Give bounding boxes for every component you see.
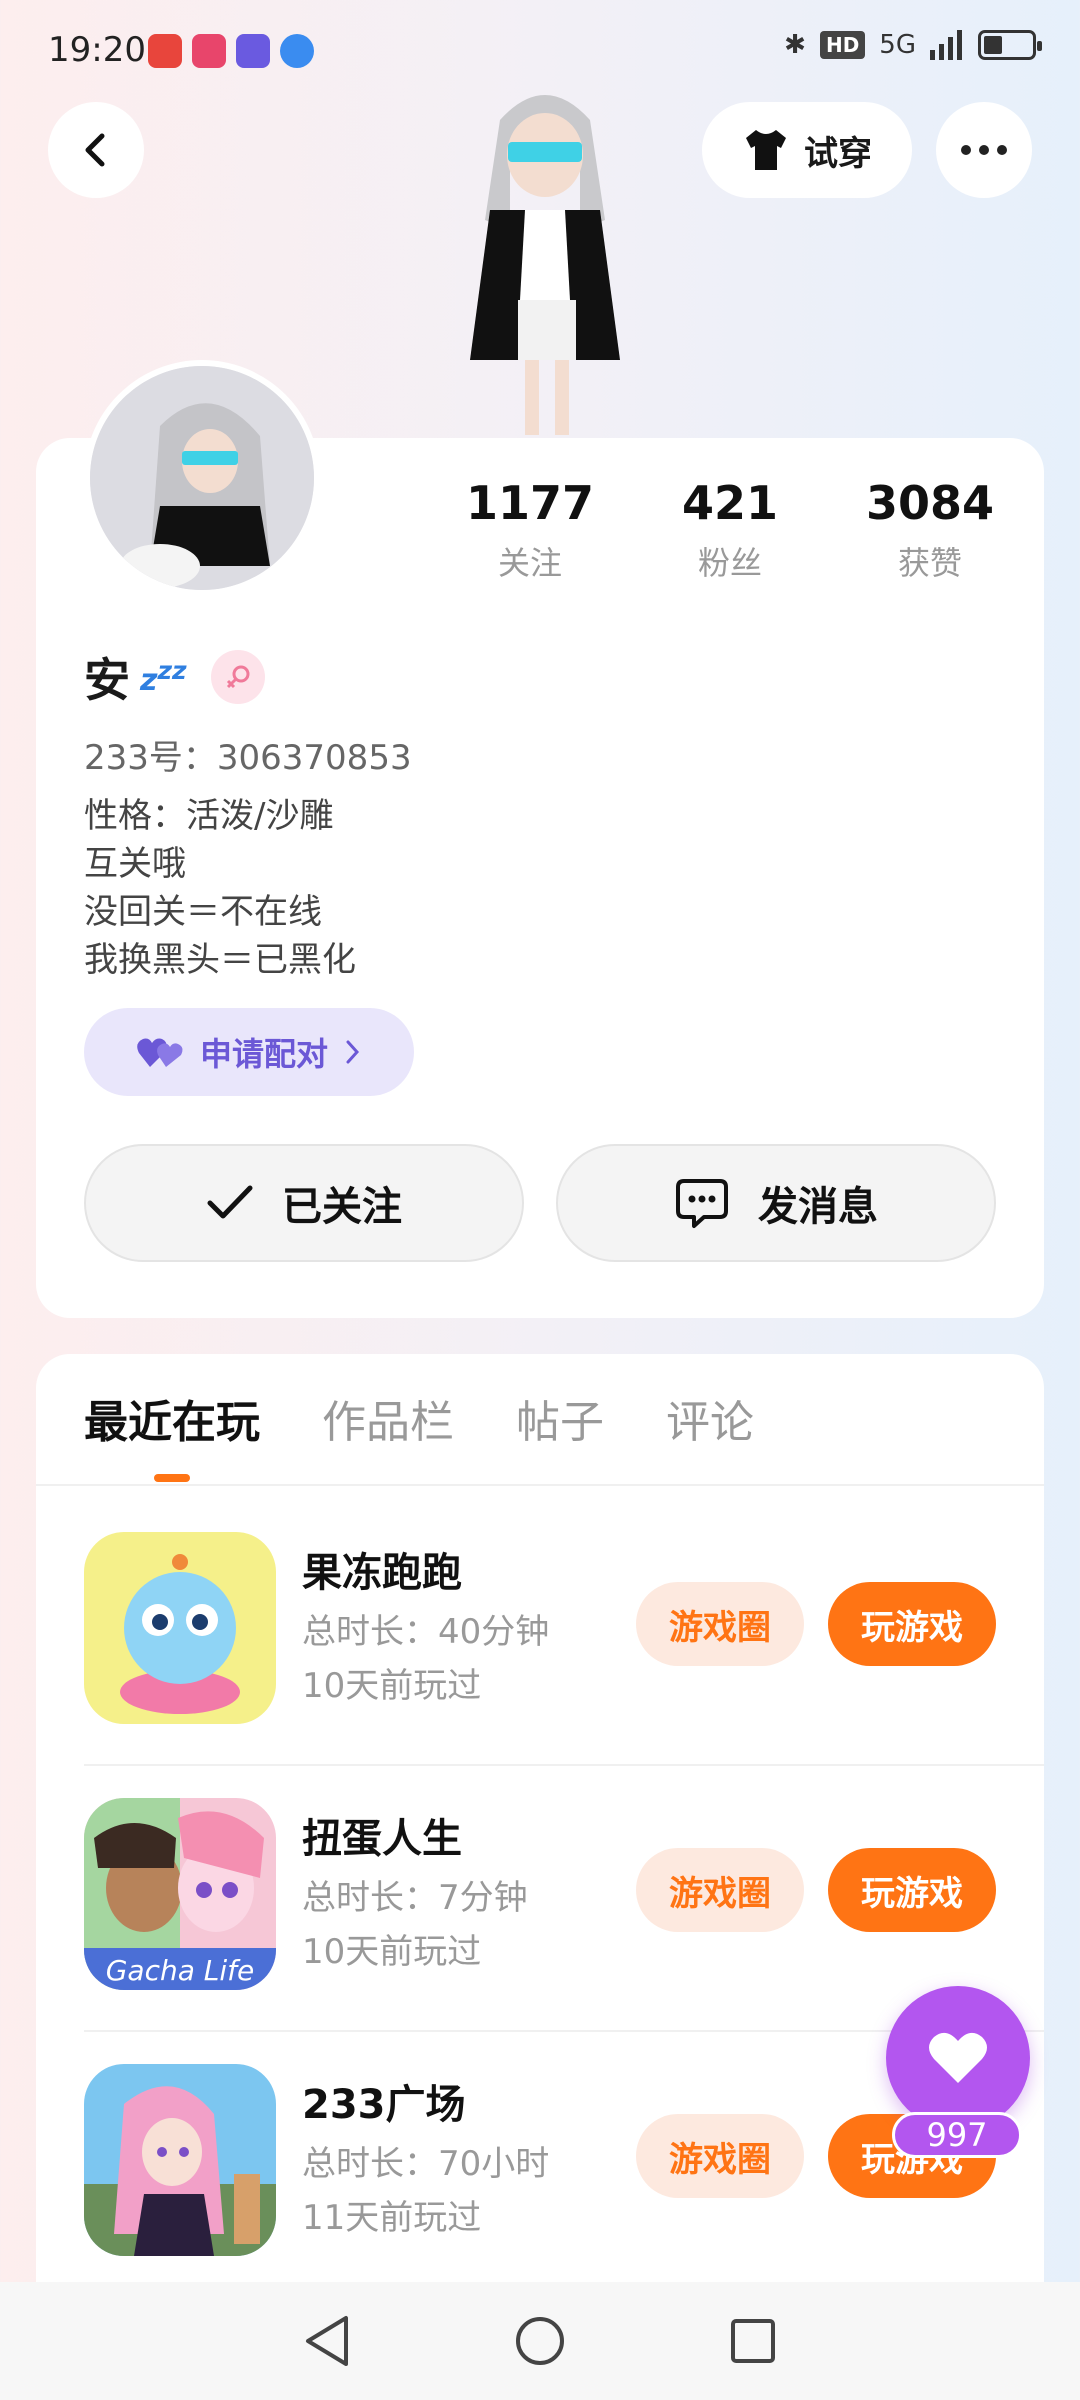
more-dot <box>997 145 1007 155</box>
stat-likes[interactable]: 3084 获赞 <box>830 476 1030 584</box>
bio-line: 互关哦 <box>84 844 186 884</box>
battery-icon <box>978 30 1042 60</box>
chevron-left-icon <box>85 133 105 167</box>
stat-label: 粉丝 <box>697 544 762 582</box>
like-count-badge: 997 <box>892 2112 1022 2158</box>
followed-button[interactable]: 已关注 <box>84 1144 524 1262</box>
tab-works[interactable]: 作品栏 <box>322 1386 454 1450</box>
game-circle-button[interactable]: 游戏圈 <box>636 1582 804 1666</box>
signal-icon <box>930 30 962 60</box>
nav-recents-button[interactable] <box>723 2311 783 2371</box>
username: 安 <box>84 653 130 707</box>
triangle-back-icon <box>305 2316 348 2366</box>
tab-comments[interactable]: 评论 <box>666 1386 754 1450</box>
game-name: 果冻跑跑 <box>302 1550 462 1596</box>
game-circle-button[interactable]: 游戏圈 <box>636 1848 804 1932</box>
square-recents-icon <box>731 2319 776 2363</box>
hd-icon: HD <box>819 31 866 59</box>
bio: 性格：活泼/沙雕 互关哦 没回关＝不在线 我换黑头＝已黑化 <box>84 792 356 984</box>
more-dot <box>979 145 989 155</box>
network-type: 5G <box>879 30 916 60</box>
more-dot <box>961 145 971 155</box>
bio-line: 没回关＝不在线 <box>84 892 322 932</box>
game-circle-button[interactable]: 游戏圈 <box>636 2114 804 2198</box>
game-last-played: 10天前玩过 <box>302 1666 482 1706</box>
game-row[interactable]: Gacha Life 扭蛋人生 总时长：7分钟 10天前玩过 游戏圈 玩游戏 <box>36 1766 1044 2032</box>
profile-avatar[interactable] <box>84 360 320 596</box>
chevron-right-icon <box>346 1040 360 1064</box>
play-game-button[interactable]: 玩游戏 <box>828 1848 996 1932</box>
user-id: 233号：306370853 <box>84 738 412 778</box>
game-last-played: 11天前玩过 <box>302 2198 482 2238</box>
nav-home-button[interactable] <box>510 2311 570 2371</box>
request-pair-button[interactable]: 申请配对 <box>84 1008 414 1096</box>
stat-following[interactable]: 1177 关注 <box>430 476 630 584</box>
username-row: 安 zzz <box>84 644 265 710</box>
svg-text:Gacha Life: Gacha Life <box>106 1954 255 1987</box>
game-name: 扭蛋人生 <box>302 1816 462 1862</box>
try-on-button[interactable]: 试穿 <box>702 102 912 198</box>
tab-recently-played[interactable]: 最近在玩 <box>84 1386 260 1450</box>
game-icon-gacha-life[interactable]: Gacha Life <box>84 1798 276 1990</box>
like-fab-button[interactable] <box>886 1986 1030 2130</box>
app-notification-icon <box>280 34 314 68</box>
tabs-divider <box>36 1484 1044 1486</box>
send-message-button[interactable]: 发消息 <box>556 1144 996 1262</box>
status-indicators: ✱ HD 5G <box>784 30 1042 60</box>
status-app-icons <box>148 34 314 68</box>
game-icon-jelly-run[interactable] <box>84 1532 276 1724</box>
game-duration: 总时长：40分钟 <box>302 1612 550 1652</box>
stat-value: 421 <box>681 476 779 530</box>
profile-stats: 1177 关注 421 粉丝 3084 获赞 <box>430 476 1030 584</box>
game-duration: 总时长：70小时 <box>302 2144 550 2184</box>
bio-line: 我换黑头＝已黑化 <box>84 940 356 980</box>
game-row[interactable]: 果冻跑跑 总时长：40分钟 10天前玩过 游戏圈 玩游戏 <box>36 1500 1044 1766</box>
play-game-button[interactable]: 玩游戏 <box>828 1582 996 1666</box>
check-icon <box>207 1185 253 1219</box>
profile-tabs: 最近在玩 作品栏 帖子 评论 <box>84 1386 754 1450</box>
try-on-label: 试穿 <box>804 133 872 174</box>
stat-value: 1177 <box>465 476 595 530</box>
female-gender-icon <box>210 650 265 704</box>
send-message-label: 发消息 <box>758 1184 878 1230</box>
chat-bubble-icon <box>676 1179 728 1228</box>
avatar-3d-figure[interactable] <box>430 80 660 440</box>
stat-label: 关注 <box>497 544 562 582</box>
heart-icon <box>929 2032 987 2083</box>
stat-label: 获赞 <box>897 544 962 582</box>
game-icon-233-plaza[interactable] <box>84 2064 276 2256</box>
system-nav-bar <box>0 2282 1080 2400</box>
followed-label: 已关注 <box>282 1184 402 1230</box>
back-button[interactable] <box>48 102 144 198</box>
request-pair-label: 申请配对 <box>199 1035 328 1073</box>
status-time: 19:20 <box>48 30 146 70</box>
game-name: 233广场 <box>302 2082 466 2128</box>
double-heart-icon <box>137 1038 183 1067</box>
app-notification-icon <box>148 34 182 68</box>
game-duration: 总时长：7分钟 <box>302 1878 528 1918</box>
tab-posts[interactable]: 帖子 <box>516 1386 604 1450</box>
circle-home-icon <box>515 2317 564 2365</box>
stat-followers[interactable]: 421 粉丝 <box>630 476 830 584</box>
game-last-played: 10天前玩过 <box>302 1932 482 1972</box>
app-notification-icon <box>192 34 226 68</box>
bluetooth-icon: ✱ <box>784 30 806 60</box>
bio-line: 性格：活泼/沙雕 <box>84 796 334 836</box>
stat-value: 3084 <box>865 476 995 530</box>
sleeping-zzz-icon: zzz <box>140 656 187 698</box>
nav-back-button[interactable] <box>297 2311 357 2371</box>
active-tab-indicator <box>154 1474 190 1482</box>
more-options-button[interactable] <box>936 102 1032 198</box>
app-notification-icon <box>236 34 270 68</box>
shirt-icon <box>746 130 786 170</box>
